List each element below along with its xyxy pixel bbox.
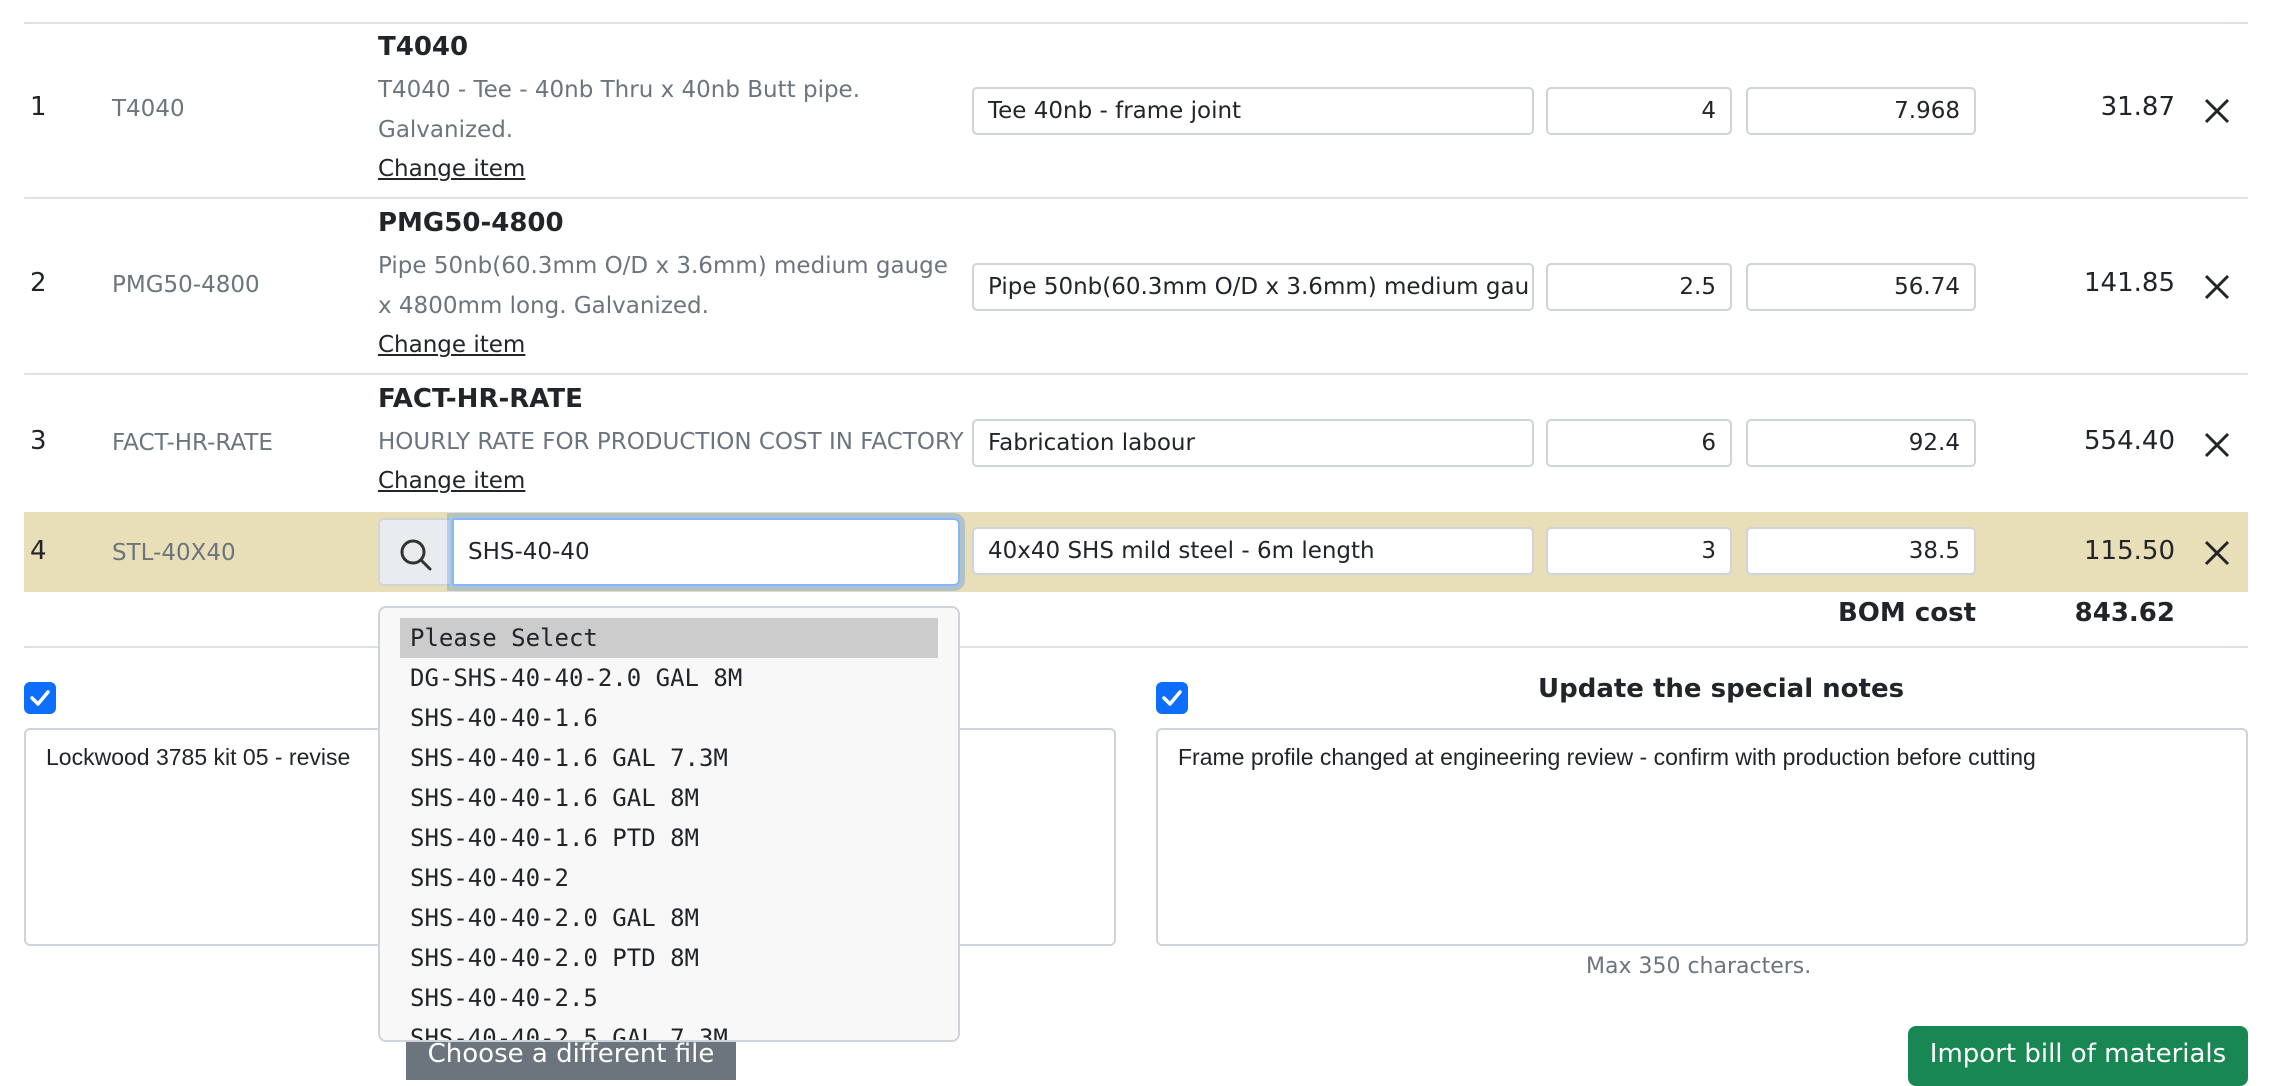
special-notes-label: Update the special notes xyxy=(1538,674,1905,704)
item-code: STL-40X40 xyxy=(112,540,236,566)
bom-cost-label: BOM cost xyxy=(1837,598,1976,628)
item-description-line: T4040 - Tee - 40nb Thru x 40nb Butt pipe… xyxy=(378,77,861,103)
dropdown-option[interactable]: DG-SHS-40-40-2.0 GAL 8M xyxy=(400,658,938,698)
quantity-input[interactable]: 4 xyxy=(1546,87,1732,135)
dropdown-option[interactable]: SHS-40-40-1.6 GAL 7.3M xyxy=(400,738,938,778)
quantity-input[interactable]: 3 xyxy=(1546,527,1732,575)
dropdown-option[interactable]: Please Select xyxy=(400,618,938,658)
row-number: 2 xyxy=(30,268,47,298)
cost-input[interactable]: 7.968 xyxy=(1746,87,1976,135)
dropdown-option[interactable]: SHS-40-40-2.0 GAL 8M xyxy=(400,898,938,938)
special-notes-textarea[interactable]: Frame profile changed at engineering rev… xyxy=(1156,728,2248,946)
item-search-input[interactable]: SHS-40-40 xyxy=(452,518,960,586)
row-number: 1 xyxy=(30,92,47,122)
change-item-link[interactable]: Change item xyxy=(378,156,525,182)
change-item-link[interactable]: Change item xyxy=(378,332,525,358)
dropdown-option[interactable]: SHS-40-40-2.5 xyxy=(400,978,938,1018)
quantity-input[interactable]: 2.5 xyxy=(1546,263,1732,311)
bom-cost-value: 843.62 xyxy=(2074,598,2175,628)
description-input[interactable]: Tee 40nb - frame joint xyxy=(972,87,1534,135)
item-title: T4040 xyxy=(378,32,469,62)
item-code: T4040 xyxy=(112,96,185,122)
item-description-line: Galvanized. xyxy=(378,117,514,143)
dropdown-option[interactable]: SHS-40-40-2.0 PTD 8M xyxy=(400,938,938,978)
check-icon xyxy=(1162,690,1182,706)
bom-divider xyxy=(24,646,2248,648)
item-title: FACT-HR-RATE xyxy=(378,384,583,414)
description-input[interactable]: 40x40 SHS mild steel - 6m length xyxy=(972,527,1534,575)
character-limit-hint: Max 350 characters. xyxy=(1586,954,1812,979)
item-description: HOURLY RATE FOR PRODUCTION COST IN FACTO… xyxy=(378,422,978,462)
item-description: Pipe 50nb(60.3mm O/D x 3.6mm) medium gau… xyxy=(378,246,958,326)
cost-input[interactable]: 56.74 xyxy=(1746,263,1976,311)
dropdown-option[interactable]: SHS-40-40-1.6 PTD 8M xyxy=(400,818,938,858)
choose-file-button[interactable]: Choose a different file xyxy=(406,1040,736,1080)
cost-input[interactable]: 38.5 xyxy=(1746,527,1976,575)
item-description-line: Pipe 50nb(60.3mm O/D x 3.6mm) medium gau… xyxy=(378,253,948,279)
quantity-input[interactable]: 6 xyxy=(1546,419,1732,467)
description-input[interactable]: Fabrication labour xyxy=(972,419,1534,467)
cost-input[interactable]: 92.4 xyxy=(1746,419,1976,467)
item-code: PMG50-4800 xyxy=(112,272,260,298)
item-title: PMG50-4800 xyxy=(378,208,564,238)
close-icon[interactable] xyxy=(2200,428,2234,462)
search-button[interactable] xyxy=(378,518,450,586)
item-select-dropdown[interactable]: Please Select DG-SHS-40-40-2.0 GAL 8M SH… xyxy=(378,606,960,1042)
notes-checkbox[interactable] xyxy=(24,682,56,714)
line-total: 31.87 xyxy=(2100,92,2175,122)
change-item-link[interactable]: Change item xyxy=(378,468,525,494)
row-divider xyxy=(24,197,2248,199)
dropdown-option[interactable]: SHS-40-40-1.6 xyxy=(400,698,938,738)
close-icon[interactable] xyxy=(2200,270,2234,304)
row-number: 3 xyxy=(30,426,47,456)
check-icon xyxy=(30,690,50,706)
table-top-divider xyxy=(24,22,2248,24)
close-icon[interactable] xyxy=(2200,94,2234,128)
line-total: 554.40 xyxy=(2084,426,2175,456)
search-icon xyxy=(400,539,432,571)
description-input[interactable]: Pipe 50nb(60.3mm O/D x 3.6mm) medium gau xyxy=(972,263,1534,311)
item-code: FACT-HR-RATE xyxy=(112,430,273,456)
item-description-line: HOURLY RATE FOR PRODUCTION COST IN FACTO… xyxy=(378,429,964,455)
close-icon[interactable] xyxy=(2200,536,2234,570)
dropdown-option[interactable]: SHS-40-40-1.6 GAL 8M xyxy=(400,778,938,818)
dropdown-option[interactable]: SHS-40-40-2 xyxy=(400,858,938,898)
row-number: 4 xyxy=(30,536,47,566)
dropdown-option[interactable]: SHS-40-40-2.5 GAL 7.3M xyxy=(400,1018,938,1040)
line-total: 115.50 xyxy=(2084,536,2175,566)
special-notes-checkbox[interactable] xyxy=(1156,682,1188,714)
row-divider xyxy=(24,373,2248,375)
import-bom-button[interactable]: Import bill of materials xyxy=(1908,1026,2248,1086)
item-description: T4040 - Tee - 40nb Thru x 40nb Butt pipe… xyxy=(378,70,958,150)
line-total: 141.85 xyxy=(2084,268,2175,298)
item-description-line: x 4800mm long. Galvanized. xyxy=(378,293,709,319)
